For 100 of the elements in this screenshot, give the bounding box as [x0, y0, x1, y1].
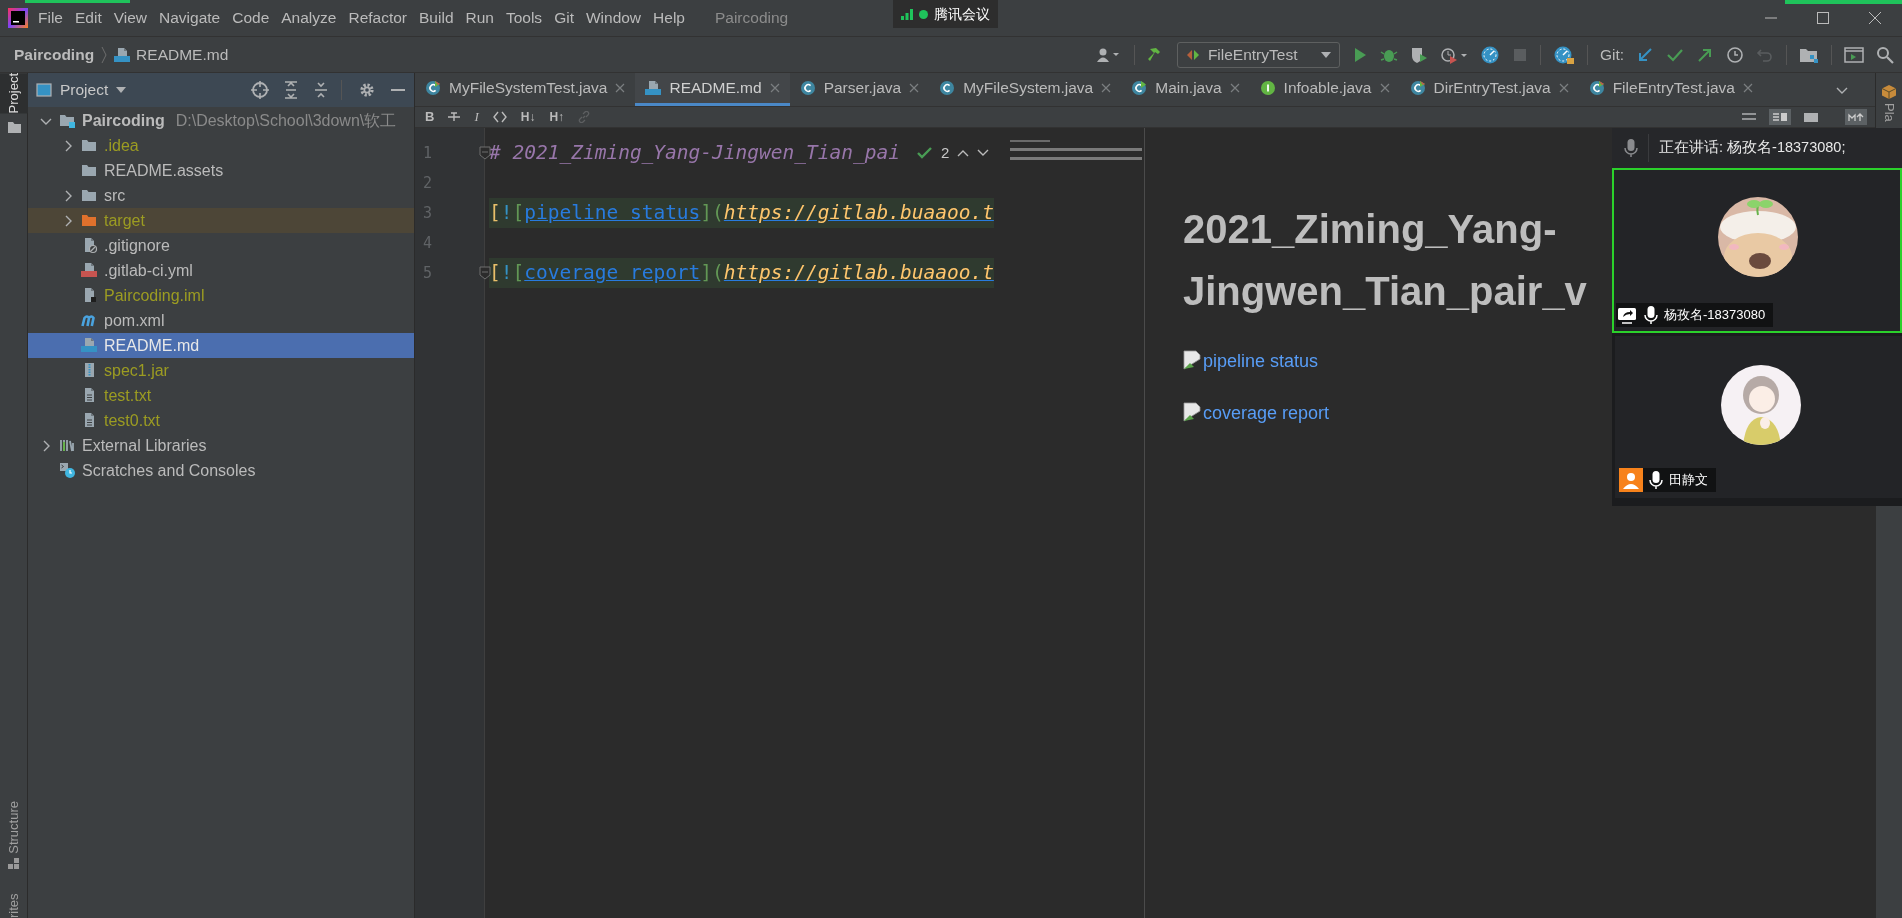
tree-item[interactable]: test0.txt	[28, 408, 414, 433]
close-icon[interactable]	[909, 83, 920, 93]
menu-item[interactable]: View	[113, 6, 148, 30]
panel-title[interactable]: Project	[60, 78, 109, 102]
run-window-icon[interactable]	[1844, 45, 1864, 64]
menu-item[interactable]: Window	[585, 6, 642, 30]
close-icon[interactable]	[1229, 83, 1240, 93]
editor-tab[interactable]: README.md	[635, 73, 790, 106]
settings-icon[interactable]	[358, 81, 376, 99]
menu-item[interactable]: Help	[653, 6, 685, 30]
fold-marker-icon[interactable]	[479, 266, 491, 280]
tree-item[interactable]: Paircoding D:\Desktop\School\3down\软工	[28, 108, 414, 133]
locate-icon[interactable]	[251, 81, 269, 99]
image-alt-link[interactable]: pipeline status	[1203, 350, 1319, 372]
close-icon[interactable]	[1743, 83, 1753, 93]
tree-item[interactable]: README.md	[28, 333, 414, 358]
next-icon[interactable]	[977, 149, 990, 157]
class-icon	[939, 80, 956, 96]
caret-icon[interactable]	[116, 87, 127, 93]
code-icon[interactable]	[492, 111, 507, 123]
breadcrumb-separator-icon	[100, 44, 109, 65]
markdown-export-icon[interactable]	[1845, 109, 1867, 125]
preview-only-icon[interactable]	[1803, 111, 1819, 123]
folder-icon[interactable]	[6, 119, 21, 134]
menu-item[interactable]: Refactor	[348, 6, 408, 30]
gauge-icon[interactable]	[1479, 45, 1500, 64]
plugin-cube-icon[interactable]	[1882, 85, 1896, 99]
tree-item[interactable]: Paircoding.iml	[28, 283, 414, 308]
tool-window-tab[interactable]: Project	[0, 73, 28, 114]
tree-item[interactable]: External Libraries	[28, 433, 414, 458]
run-config-dropdown[interactable]: FileEntryTest	[1176, 41, 1340, 68]
strikethrough-icon[interactable]	[448, 111, 461, 123]
editor-tab[interactable]: DirEntryTest.java	[1399, 73, 1579, 106]
menu-item[interactable]: Edit	[75, 6, 102, 30]
structure-icon[interactable]	[7, 858, 20, 870]
editor-tab[interactable]: MyFileSystem.java	[929, 73, 1122, 106]
status-dot-icon	[919, 9, 928, 19]
close-icon[interactable]	[1379, 83, 1390, 93]
menu-item[interactable]: Tools	[505, 6, 543, 30]
collapse-all-icon[interactable]	[313, 81, 329, 99]
header-level-button[interactable]: H↑	[549, 108, 565, 126]
gauge-icon[interactable]	[1552, 45, 1575, 64]
expand-all-icon[interactable]	[283, 81, 299, 99]
italic-button[interactable]: I	[474, 107, 479, 127]
fold-marker-icon[interactable]	[479, 146, 491, 160]
window-title: Paircoding	[714, 9, 789, 27]
coverage-icon[interactable]	[1409, 45, 1428, 64]
tree-item[interactable]: Scratches and Consoles	[28, 458, 414, 483]
participant-name: 杨孜名-18373080	[1664, 306, 1766, 325]
editor-tab[interactable]: Infoable.java	[1249, 73, 1400, 106]
tree-item[interactable]: README.assets	[28, 158, 414, 183]
tree-item[interactable]: .idea	[28, 133, 414, 158]
menu-item[interactable]: Navigate	[159, 6, 221, 30]
speaking-status: 正在讲话: 杨孜名-18373080;	[1659, 138, 1846, 158]
close-icon[interactable]	[769, 83, 780, 93]
panel-icon	[36, 82, 52, 98]
maximize-icon[interactable]	[1816, 11, 1830, 25]
close-icon[interactable]	[615, 83, 626, 93]
header-level-button[interactable]: H↓	[520, 108, 536, 126]
run-config-icon	[1185, 47, 1200, 62]
tree-item[interactable]: .gitignore	[28, 233, 414, 258]
close-icon[interactable]	[1558, 83, 1569, 93]
menu-item[interactable]: Code	[232, 6, 270, 30]
problem-count: 2	[941, 142, 950, 163]
tree-item[interactable]: spec1.jar	[28, 358, 414, 383]
menu-item[interactable]: Run	[465, 6, 494, 30]
close-icon[interactable]	[1868, 11, 1882, 25]
menu-item[interactable]: File	[38, 6, 63, 30]
breadcrumb-item[interactable]: Paircoding	[14, 42, 95, 67]
search-icon[interactable]	[1876, 45, 1894, 64]
microphone-icon[interactable]	[1624, 138, 1638, 158]
tool-window-tab[interactable]: Structure	[0, 801, 28, 854]
tree-item[interactable]: .gitlab-ci.yml	[28, 258, 414, 283]
microphone-icon	[1649, 470, 1663, 490]
participant-name: 田静文	[1669, 471, 1708, 490]
tool-window-tab[interactable]: Pla	[1875, 103, 1902, 122]
tool-window-tab[interactable]: rites	[0, 884, 28, 918]
app-logo-icon[interactable]	[8, 8, 28, 28]
editor-tab[interactable]: FileEntryTest.java	[1578, 73, 1763, 106]
bold-button[interactable]: B	[425, 107, 435, 127]
breadcrumb-item[interactable]: README.md	[136, 42, 229, 67]
menu-item[interactable]: Git	[554, 6, 574, 30]
yaml-file-icon	[81, 261, 99, 280]
editor-tab[interactable]: MyFileSystemTest.java	[415, 73, 636, 106]
menu-item[interactable]: Build	[419, 6, 454, 30]
tree-item[interactable]: test.txt	[28, 383, 414, 408]
update-arrow-icon[interactable]	[1636, 45, 1654, 64]
close-icon[interactable]	[1101, 83, 1112, 93]
menu-item[interactable]: Analyze	[281, 6, 337, 30]
history-icon[interactable]	[1726, 45, 1744, 64]
editor-only-icon[interactable]	[1741, 111, 1757, 123]
profiler-icon[interactable]	[1439, 45, 1468, 64]
split-view-icon[interactable]	[1769, 109, 1791, 125]
editor-tab[interactable]: Main.java	[1121, 73, 1250, 106]
tree-item[interactable]: src	[28, 183, 414, 208]
tree-item[interactable]: pom.xml	[28, 308, 414, 333]
previous-icon[interactable]	[957, 149, 970, 157]
editor-tab[interactable]: Parser.java	[789, 73, 930, 106]
image-alt-link[interactable]: coverage report	[1203, 402, 1330, 424]
tree-item[interactable]: target	[28, 208, 414, 233]
